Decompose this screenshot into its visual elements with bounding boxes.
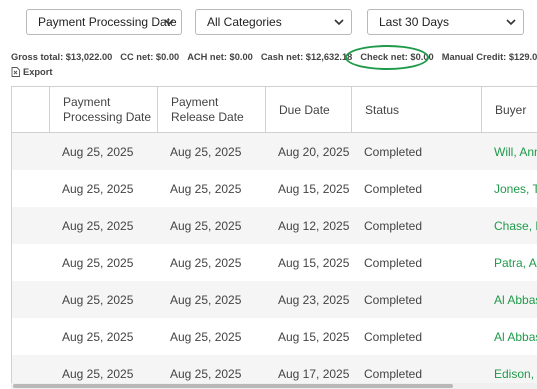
header-status[interactable]: Status: [351, 87, 481, 133]
buyer-link[interactable]: Edison, Cl: [481, 355, 537, 383]
due-date-cell: Aug 20, 2025: [278, 144, 350, 159]
buyer-link[interactable]: Chase, Na: [481, 207, 537, 244]
status-cell: Completed: [364, 329, 423, 344]
buyer-link[interactable]: Will, Anna: [481, 133, 537, 170]
header-processing-date[interactable]: Payment Processing Date: [49, 87, 157, 133]
header-due-date[interactable]: Due Date: [265, 87, 351, 133]
filter-bar: Payment Processing Date All Categories L…: [26, 9, 526, 35]
ach-net: ACH net: $0.00: [187, 52, 253, 62]
due-date-cell: Aug 23, 2025: [278, 292, 350, 307]
chevron-down-icon: [164, 19, 174, 26]
cash-net: Cash net: $12,632.18: [260, 52, 353, 62]
totals-summary: Gross total: $13,022.00 CC net: $0.00 AC…: [11, 52, 537, 62]
header-release-date[interactable]: Payment Release Date: [157, 87, 265, 133]
category-value: All Categories: [207, 15, 282, 29]
status-cell: Completed: [364, 144, 423, 159]
table-row[interactable]: Aug 25, 2025 Aug 25, 2025 Aug 15, 2025 C…: [12, 170, 537, 207]
scrollbar-thumb[interactable]: [13, 384, 453, 388]
due-date-cell: Aug 12, 2025: [278, 218, 350, 233]
release-date-cell: Aug 25, 2025: [170, 366, 242, 381]
processing-date-cell: Aug 25, 2025: [62, 144, 134, 159]
due-date-cell: Aug 15, 2025: [278, 329, 350, 344]
table-row[interactable]: Aug 25, 2025 Aug 25, 2025 Aug 15, 2025 C…: [12, 244, 537, 281]
due-date-cell: Aug 17, 2025: [278, 366, 350, 381]
processing-date-cell: Aug 25, 2025: [62, 366, 134, 381]
processing-date-cell: Aug 25, 2025: [62, 218, 134, 233]
buyer-link[interactable]: Al Abbas,: [481, 281, 537, 318]
buyer-link[interactable]: Patra, Ant: [481, 244, 537, 281]
table-header: Payment Processing Date Payment Release …: [12, 87, 537, 133]
release-date-cell: Aug 25, 2025: [170, 218, 242, 233]
chevron-down-icon: [334, 19, 344, 26]
export-label: Export: [23, 67, 53, 77]
buyer-link[interactable]: Al Abbas,: [481, 318, 537, 355]
due-date-cell: Aug 15, 2025: [278, 181, 350, 196]
table-row[interactable]: Aug 25, 2025 Aug 25, 2025 Aug 17, 2025 C…: [12, 355, 537, 383]
status-cell: Completed: [364, 255, 423, 270]
release-date-cell: Aug 25, 2025: [170, 144, 242, 159]
release-date-cell: Aug 25, 2025: [170, 292, 242, 307]
select-column-header: [12, 87, 49, 133]
chevron-down-icon: [506, 19, 516, 26]
manual-credit: Manual Credit: $129.00: [441, 52, 537, 62]
processing-date-cell: Aug 25, 2025: [62, 292, 134, 307]
cc-net: CC net: $0.00: [120, 52, 180, 62]
table-row[interactable]: Aug 25, 2025 Aug 25, 2025 Aug 12, 2025 C…: [12, 207, 537, 244]
status-cell: Completed: [364, 292, 423, 307]
table-row[interactable]: Aug 25, 2025 Aug 25, 2025 Aug 23, 2025 C…: [12, 281, 537, 318]
date-range-value: Last 30 Days: [379, 15, 450, 29]
processing-date-cell: Aug 25, 2025: [62, 329, 134, 344]
due-date-cell: Aug 15, 2025: [278, 255, 350, 270]
category-select[interactable]: All Categories: [195, 9, 352, 35]
processing-date-cell: Aug 25, 2025: [62, 181, 134, 196]
header-buyer[interactable]: Buyer: [481, 87, 537, 133]
release-date-cell: Aug 25, 2025: [170, 255, 242, 270]
horizontal-scrollbar[interactable]: [11, 383, 537, 389]
status-cell: Completed: [364, 218, 423, 233]
release-date-cell: Aug 25, 2025: [170, 329, 242, 344]
release-date-cell: Aug 25, 2025: [170, 181, 242, 196]
buyer-link[interactable]: Jones, Tim: [481, 170, 537, 207]
date-range-select[interactable]: Last 30 Days: [367, 9, 524, 35]
payments-table: Payment Processing Date Payment Release …: [11, 86, 537, 383]
date-type-select[interactable]: Payment Processing Date: [26, 9, 182, 35]
status-cell: Completed: [364, 366, 423, 381]
export-link[interactable]: Export: [11, 67, 52, 77]
gross-total: Gross total: $13,022.00: [11, 52, 113, 62]
processing-date-cell: Aug 25, 2025: [62, 255, 134, 270]
check-net-highlight: [345, 45, 429, 70]
date-type-value: Payment Processing Date: [38, 15, 177, 29]
table-row[interactable]: Aug 25, 2025 Aug 25, 2025 Aug 20, 2025 C…: [12, 133, 537, 170]
status-cell: Completed: [364, 181, 423, 196]
table-row[interactable]: Aug 25, 2025 Aug 25, 2025 Aug 15, 2025 C…: [12, 318, 537, 355]
file-export-icon: [11, 67, 20, 77]
